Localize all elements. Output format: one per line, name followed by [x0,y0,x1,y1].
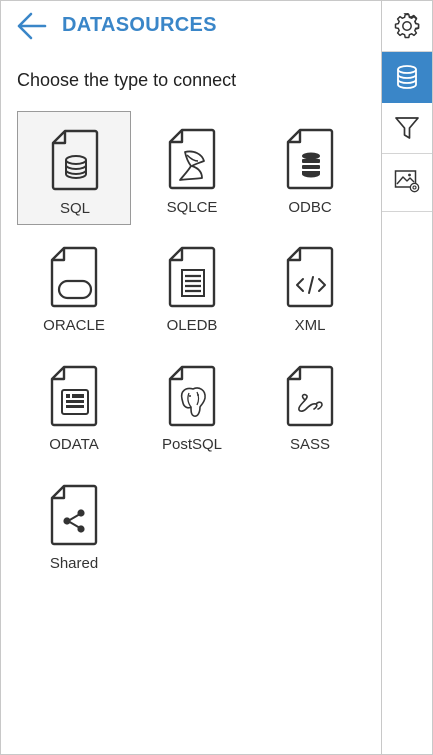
database-icon [397,65,417,89]
datasource-tile-odata[interactable]: ODATA [17,348,131,462]
database-file-icon [51,129,99,191]
arrow-left-icon [17,12,47,40]
datasource-tile-shared[interactable]: Shared [17,467,131,581]
panel-header: DATASOURCES [1,1,381,51]
share-file-icon [50,484,98,546]
datasource-label: ODATA [49,436,99,453]
datasource-label: ODBC [288,199,332,216]
datasource-tile-oracle[interactable]: ORACLE [17,229,131,343]
datasource-label: OLEDB [166,317,218,334]
odbc-file-icon [286,128,334,190]
postgresql-file-icon [168,365,216,427]
filter-icon [395,117,419,139]
datasource-tile-sass[interactable]: SASS [253,348,367,462]
datasource-tile-oledb[interactable]: OLEDB [135,229,249,343]
datasource-label: Shared [49,555,99,572]
sidebar [382,1,432,754]
gear-icon [394,13,420,39]
odata-file-icon [50,365,98,427]
datasource-label: XML [294,317,326,334]
datasource-tile-xml[interactable]: XML [253,229,367,343]
sidebar-item-datasources[interactable] [382,52,432,103]
sidebar-item-settings[interactable] [382,1,432,52]
image-settings-icon [394,170,420,193]
oracle-file-icon [50,246,98,308]
page-title: DATASOURCES [62,14,217,36]
xml-file-icon [286,246,334,308]
page-subtitle: Choose the type to connect [17,70,237,90]
datasource-tile-postsql[interactable]: PostSQL [135,348,249,462]
designer-panel: DATASOURCES Choose the type to connect S… [0,0,433,755]
sqlce-file-icon [168,128,216,190]
datasource-label: SQL [59,200,90,217]
datasource-label: SQLCE [166,199,218,216]
datasources-panel: DATASOURCES Choose the type to connect S… [1,1,381,754]
sidebar-item-filter[interactable] [382,103,432,154]
sass-file-icon [286,365,334,427]
datasource-tile-odbc[interactable]: ODBC [253,111,367,225]
sidebar-item-image-settings[interactable] [382,154,432,212]
datasource-tile-sql[interactable]: SQL [17,111,131,225]
datasource-label: PostSQL [161,436,223,453]
back-button[interactable] [15,11,47,41]
datasource-tile-sqlce[interactable]: SQLCE [135,111,249,225]
datasource-label: ORACLE [43,317,105,334]
oledb-file-icon [168,246,216,308]
datasource-label: SASS [289,436,331,453]
